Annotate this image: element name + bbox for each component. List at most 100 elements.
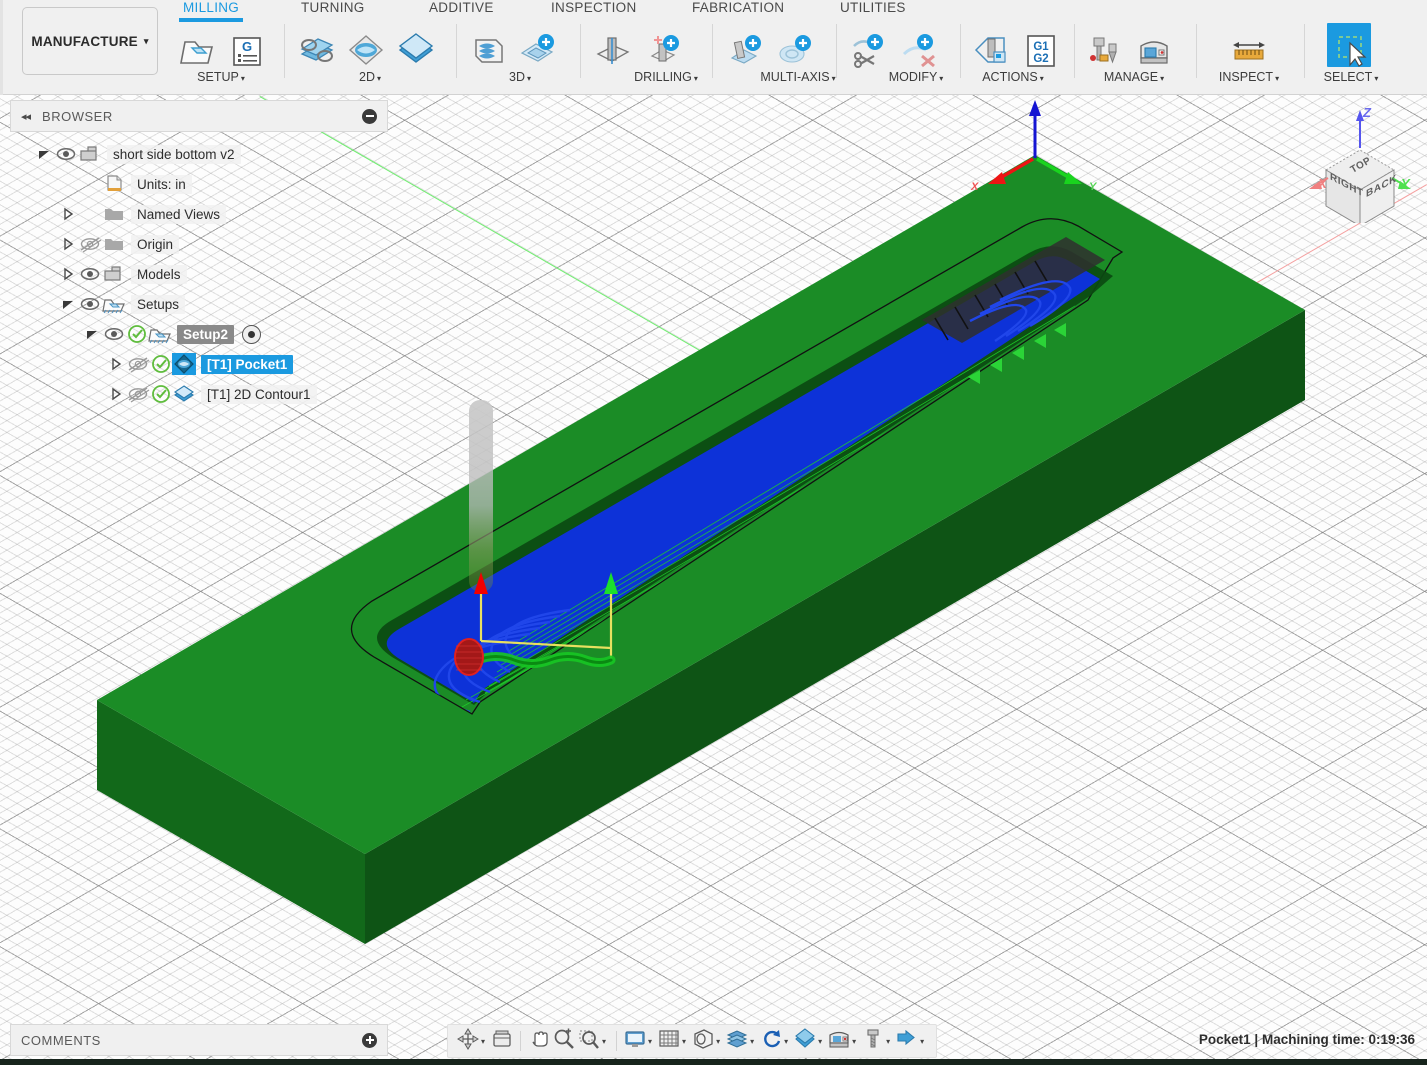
tree-item-named-views[interactable]: Named Views: [10, 199, 388, 229]
chevron-down-icon: ▾: [1374, 74, 1379, 83]
visibility-eye-icon[interactable]: [78, 264, 102, 284]
navbar-orbit-button[interactable]: ▾: [457, 1027, 488, 1055]
navbar-pan-button[interactable]: [528, 1028, 550, 1055]
tab-utilities[interactable]: UTILITIES: [840, 0, 906, 15]
visibility-eye-icon[interactable]: [126, 354, 150, 374]
panel-setup-label[interactable]: SETUP ▾: [172, 70, 270, 84]
panel-drilling-label[interactable]: DRILLING ▾: [590, 70, 742, 84]
tree-item-models[interactable]: Models: [10, 259, 388, 289]
select-icon[interactable]: [1329, 28, 1373, 72]
navbar-zoom-window-button[interactable]: ▾: [578, 1028, 609, 1055]
visibility-eye-icon[interactable]: [78, 234, 102, 254]
pocket-2d-icon[interactable]: [344, 28, 388, 72]
panel-manage-label[interactable]: MANAGE ▾: [1082, 70, 1186, 84]
navbar-post-process-button[interactable]: ▾: [896, 1028, 927, 1055]
chevron-down-icon[interactable]: ▾: [750, 1037, 754, 1046]
tree-item-setups[interactable]: Setups: [10, 289, 388, 319]
tree-item-short-side-bottom-v2[interactable]: short side bottom v2: [10, 139, 388, 169]
chevron-down-icon[interactable]: ▾: [481, 1037, 485, 1046]
machine-library-icon[interactable]: [1132, 28, 1176, 72]
expand-arrow-icon[interactable]: [60, 206, 76, 222]
display-settings-icon: [624, 1028, 646, 1055]
chevron-down-icon[interactable]: ▾: [648, 1037, 652, 1046]
collapse-browser-icon[interactable]: ◂◂: [21, 110, 31, 123]
expand-arrow-icon[interactable]: [84, 326, 100, 342]
workspace-switcher-button[interactable]: MANUFACTURE ▾: [22, 7, 158, 75]
navbar-simulate-button[interactable]: ▾: [760, 1028, 791, 1055]
panel-2d-label[interactable]: 2D ▾: [294, 70, 446, 84]
add-comment-button[interactable]: [362, 1032, 377, 1048]
viewports-icon: [692, 1028, 714, 1055]
chevron-down-icon[interactable]: ▾: [818, 1037, 822, 1046]
navbar-stock-visibility-button[interactable]: ▾: [726, 1028, 757, 1055]
expand-arrow-icon[interactable]: [108, 356, 124, 372]
tab-turning[interactable]: TURNING: [301, 0, 365, 15]
panel-modify-label[interactable]: MODIFY ▾: [846, 70, 986, 84]
expand-arrow-icon[interactable]: [36, 146, 52, 162]
swarf-icon[interactable]: [722, 28, 766, 72]
navbar-grid-snaps-button[interactable]: ▾: [658, 1028, 689, 1055]
ribbon-toolbar: MANUFACTURE ▾ MILLING TURNING ADDITIVE I…: [0, 0, 1427, 95]
adaptive-3d-icon[interactable]: [466, 28, 510, 72]
contour-2d-icon[interactable]: [394, 28, 438, 72]
adaptive-clearing-2d-icon[interactable]: [294, 28, 338, 72]
measure-icon[interactable]: [1227, 28, 1271, 72]
post-process-gcode-icon[interactable]: G1 G2: [1018, 28, 1062, 72]
panel-select-label[interactable]: SELECT ▾: [1314, 70, 1388, 84]
panel-inspect: INSPECT ▾: [1206, 20, 1292, 92]
panel-inspect-label[interactable]: INSPECT ▾: [1206, 70, 1292, 84]
navbar-tool-library-button[interactable]: ▾: [862, 1028, 893, 1055]
navbar-zoom-button[interactable]: [553, 1028, 575, 1055]
simulate-action-icon[interactable]: [968, 28, 1012, 72]
visibility-eye-icon[interactable]: [54, 144, 78, 164]
chevron-down-icon[interactable]: ▾: [602, 1037, 606, 1046]
active-setup-radio[interactable]: [242, 324, 262, 344]
navbar-toolpath-button[interactable]: ▾: [794, 1027, 825, 1055]
navbar-display-settings-button[interactable]: ▾: [624, 1028, 655, 1055]
tree-item-origin[interactable]: Origin: [10, 229, 388, 259]
navbar-machine-button[interactable]: ▾: [828, 1028, 859, 1055]
tool-library-icon[interactable]: [1082, 28, 1126, 72]
chevron-down-icon[interactable]: ▾: [886, 1037, 890, 1046]
navbar-look-at-button[interactable]: [491, 1028, 513, 1055]
tab-additive[interactable]: ADDITIVE: [429, 0, 494, 15]
chevron-down-icon[interactable]: ▾: [784, 1037, 788, 1046]
tree-item-t1-pocket1[interactable]: [T1] Pocket1: [10, 349, 388, 379]
ribbon-divider: [836, 24, 837, 78]
tree-item-setup2[interactable]: Setup2: [10, 319, 388, 349]
expand-arrow-icon[interactable]: [60, 236, 76, 252]
chevron-down-icon[interactable]: ▾: [716, 1037, 720, 1046]
navbar-viewports-button[interactable]: ▾: [692, 1028, 723, 1055]
document-icon: [102, 173, 126, 195]
chevron-down-icon[interactable]: ▾: [852, 1037, 856, 1046]
tab-fabrication[interactable]: FABRICATION: [692, 0, 784, 15]
panel-actions-label[interactable]: ACTIONS ▾: [968, 70, 1058, 84]
add-drill-icon[interactable]: [640, 28, 684, 72]
visibility-eye-icon[interactable]: [126, 384, 150, 404]
navbar-divider: [520, 1031, 522, 1051]
tree-item-units-in[interactable]: Units: in: [10, 169, 388, 199]
tab-inspection[interactable]: INSPECTION: [551, 0, 637, 15]
trim-toolpath-icon[interactable]: [846, 28, 890, 72]
visibility-eye-icon[interactable]: [78, 294, 102, 314]
workspace-label: MANUFACTURE: [31, 33, 138, 49]
view-cube[interactable]: TOP RIGHT BACK Z X Y: [1300, 105, 1420, 227]
expand-arrow-icon[interactable]: [108, 386, 124, 402]
drill-icon[interactable]: [590, 28, 634, 72]
tab-milling[interactable]: MILLING: [178, 0, 244, 22]
parallel-3d-icon[interactable]: [516, 28, 560, 72]
panel-3d-label[interactable]: 3D ▾: [466, 70, 574, 84]
visibility-eye-icon[interactable]: [102, 324, 126, 344]
browser-collapse-button[interactable]: [362, 108, 377, 124]
tree-item-t1-2d-contour1[interactable]: [T1] 2D Contour1: [10, 379, 388, 409]
multiaxis-contour-icon[interactable]: [772, 28, 816, 72]
expand-arrow-icon[interactable]: [60, 266, 76, 282]
comments-panel[interactable]: COMMENTS: [10, 1024, 388, 1056]
delete-toolpath-icon[interactable]: [896, 28, 940, 72]
setup-icon[interactable]: [175, 28, 219, 72]
chevron-down-icon[interactable]: ▾: [920, 1037, 924, 1046]
gcode-setup-icon[interactable]: G: [225, 28, 269, 72]
comments-title: COMMENTS: [21, 1032, 101, 1048]
chevron-down-icon[interactable]: ▾: [682, 1037, 686, 1046]
expand-arrow-icon[interactable]: [60, 296, 76, 312]
